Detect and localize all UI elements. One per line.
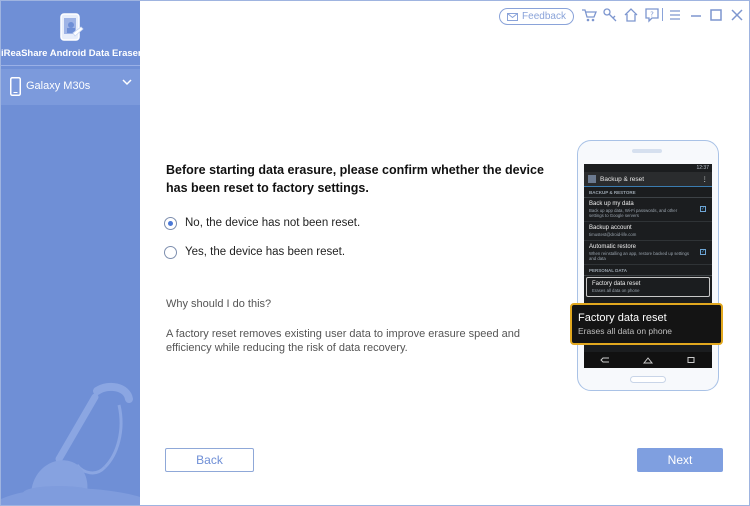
settings-item-subtitle: Erases all data on phone xyxy=(592,288,640,293)
sidebar-divider xyxy=(1,65,140,66)
radio-not-reset[interactable]: No, the device has not been reset. xyxy=(164,214,494,232)
back-arrow-icon xyxy=(600,357,610,363)
phone-home-button xyxy=(630,376,666,383)
radio-label: Yes, the device has been reset. xyxy=(185,246,346,258)
settings-item-title: Backup account xyxy=(589,225,632,231)
feedback-button[interactable]: Feedback xyxy=(499,8,574,25)
mail-icon xyxy=(507,12,519,21)
phone-speaker xyxy=(632,149,662,153)
recent-apps-icon xyxy=(687,357,695,363)
section-header: BACKUP & RESTORE xyxy=(584,187,712,198)
menu-icon[interactable] xyxy=(667,7,683,23)
settings-item: Automatic restore When reinstalling an a… xyxy=(584,241,712,265)
toolbar-divider xyxy=(662,8,663,21)
overflow-menu-icon: ⋮ xyxy=(701,176,709,183)
settings-item-title: Automatic restore xyxy=(589,244,637,250)
phone-illustration: 12:37 Backup & reset ⋮ BACKUP & RESTORE … xyxy=(577,140,719,391)
key-icon[interactable] xyxy=(602,7,618,23)
phone-icon xyxy=(10,77,21,96)
settings-item-title: Back up my data xyxy=(589,201,634,207)
maximize-icon[interactable] xyxy=(708,7,724,23)
chevron-down-icon[interactable] xyxy=(121,77,133,87)
explanation-text: A factory reset removes existing user da… xyxy=(166,328,521,354)
status-time: 12:37 xyxy=(696,165,709,171)
vacuum-illustration-icon xyxy=(1,382,140,505)
home-button-icon xyxy=(642,357,654,364)
radio-button[interactable] xyxy=(164,245,177,259)
sidebar-item-device[interactable]: Galaxy M30s xyxy=(1,69,140,105)
feedback-label: Feedback xyxy=(522,11,566,22)
radio-button[interactable] xyxy=(164,216,177,230)
screen-title: Backup & reset xyxy=(600,175,645,183)
close-icon[interactable] xyxy=(729,7,745,23)
back-button[interactable]: Back xyxy=(165,448,254,472)
svg-text:?: ? xyxy=(650,11,654,19)
home-icon[interactable] xyxy=(623,7,639,23)
app-window: iReaShare Android Data Eraser Galaxy M30… xyxy=(0,0,750,506)
next-button[interactable]: Next xyxy=(637,448,723,472)
callout-title: Factory data reset xyxy=(578,312,667,324)
sidebar: iReaShare Android Data Eraser Galaxy M30… xyxy=(1,1,140,505)
page-question: Before starting data erasure, please con… xyxy=(166,163,544,195)
callout-subtitle: Erases all data on phone xyxy=(578,326,673,336)
settings-item-factory-reset: Factory data reset Erases all data on ph… xyxy=(586,277,710,297)
checkbox-checked-icon: ✓ xyxy=(700,206,706,212)
app-logo-icon xyxy=(60,13,84,41)
settings-item-subtitle: When reinstalling an app, restore backed… xyxy=(589,251,690,261)
factory-reset-callout: Factory data reset Erases all data on ph… xyxy=(570,303,723,345)
cart-icon[interactable] xyxy=(581,7,597,23)
minimize-icon[interactable] xyxy=(688,7,704,23)
radio-label: No, the device has not been reset. xyxy=(185,217,361,229)
settings-item-subtitle: timustest@droid-life.com xyxy=(589,232,637,237)
screen-action-bar: Backup & reset ⋮ xyxy=(584,172,712,187)
app-title: iReaShare Android Data Eraser xyxy=(1,48,140,59)
section-header: PERSONAL DATA xyxy=(584,265,712,276)
why-heading: Why should I do this? xyxy=(166,298,272,310)
settings-item-subtitle: Back up app data, Wi-Fi passwords, and o… xyxy=(589,208,678,218)
settings-item: Back up my data Back up app data, Wi-Fi … xyxy=(584,198,712,222)
radio-has-reset[interactable]: Yes, the device has been reset. xyxy=(164,243,494,261)
device-name-label: Galaxy M30s xyxy=(26,80,91,92)
android-nav-bar xyxy=(584,352,712,368)
settings-app-icon xyxy=(588,175,596,183)
settings-item-title: Factory data reset xyxy=(592,281,641,287)
checkbox-checked-icon: ✓ xyxy=(700,249,706,255)
help-icon[interactable]: ? xyxy=(644,7,660,23)
settings-item: Backup account timustest@droid-life.com xyxy=(584,222,712,241)
